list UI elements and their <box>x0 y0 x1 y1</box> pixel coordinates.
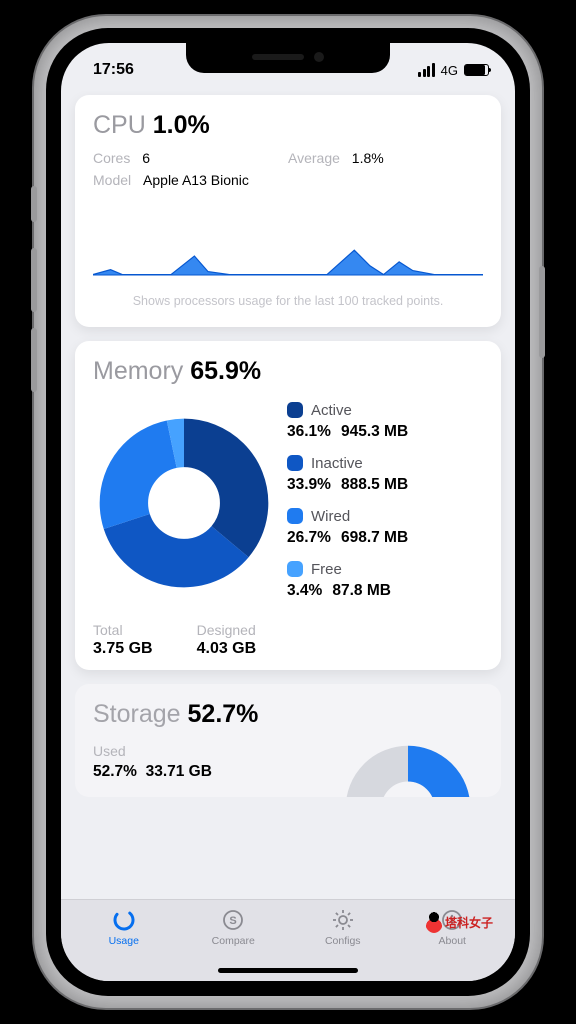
network-label: 4G <box>441 63 458 78</box>
cpu-caption: Shows processors usage for the last 100 … <box>93 289 483 315</box>
volume-up-button <box>31 248 37 312</box>
power-button <box>539 266 545 358</box>
cpu-model-value: Apple A13 Bionic <box>143 172 249 188</box>
cellular-signal-icon <box>418 63 435 77</box>
phone-frame: 17:56 4G CPU 1.0% <box>34 16 542 1008</box>
storage-title: Storage 52.7% <box>93 700 483 729</box>
cpu-avg-value: 1.8% <box>352 150 384 166</box>
cpu-title: CPU 1.0% <box>93 111 483 140</box>
watermark: 塔科女子 <box>425 911 493 933</box>
status-time: 17:56 <box>93 61 134 79</box>
svg-text:S: S <box>230 915 237 927</box>
memory-donut-chart <box>93 400 275 606</box>
memory-title: Memory 65.9% <box>93 357 483 386</box>
storage-percent: 52.7% <box>188 700 259 728</box>
battery-icon <box>464 64 489 76</box>
home-indicator[interactable] <box>218 968 358 973</box>
memory-designed-label: Designed <box>197 622 257 638</box>
storage-card[interactable]: Storage 52.7% Used 52.7% 33.71 GB <box>75 684 501 797</box>
cpu-cores-value: 6 <box>142 150 150 166</box>
legend-active: Active 36.1%945.3 MB <box>287 402 483 441</box>
memory-total-value: 3.75 GB <box>93 640 153 658</box>
storage-donut-chart <box>333 743 483 797</box>
cpu-cores-label: Cores <box>93 150 130 166</box>
legend-inactive: Inactive 33.9%888.5 MB <box>287 455 483 494</box>
memory-total-label: Total <box>93 622 153 638</box>
cpu-card[interactable]: CPU 1.0% Cores 6 Average 1.8% M <box>75 95 501 327</box>
configs-icon <box>331 906 355 934</box>
memory-designed-value: 4.03 GB <box>197 640 257 658</box>
volume-down-button <box>31 328 37 392</box>
legend-wired: Wired 26.7%698.7 MB <box>287 508 483 547</box>
memory-legend: Active 36.1%945.3 MB Inactive 33.9%888.5… <box>287 400 483 606</box>
usage-icon <box>112 906 136 934</box>
cpu-model-label: Model <box>93 172 131 188</box>
cpu-sparkline-chart <box>93 236 483 281</box>
notch <box>186 43 390 73</box>
cpu-percent: 1.0% <box>153 111 210 139</box>
legend-free: Free 3.4%87.8 MB <box>287 561 483 600</box>
memory-percent: 65.9% <box>190 357 261 385</box>
cpu-avg-label: Average <box>288 150 340 166</box>
storage-used-label: Used <box>93 743 212 759</box>
mute-switch <box>31 186 37 222</box>
storage-used-value: 52.7% 33.71 GB <box>93 763 212 781</box>
tab-usage[interactable]: Usage <box>69 906 179 981</box>
compare-icon: S <box>221 906 245 934</box>
watermark-icon <box>425 911 443 933</box>
memory-card[interactable]: Memory 65.9% <box>75 341 501 670</box>
